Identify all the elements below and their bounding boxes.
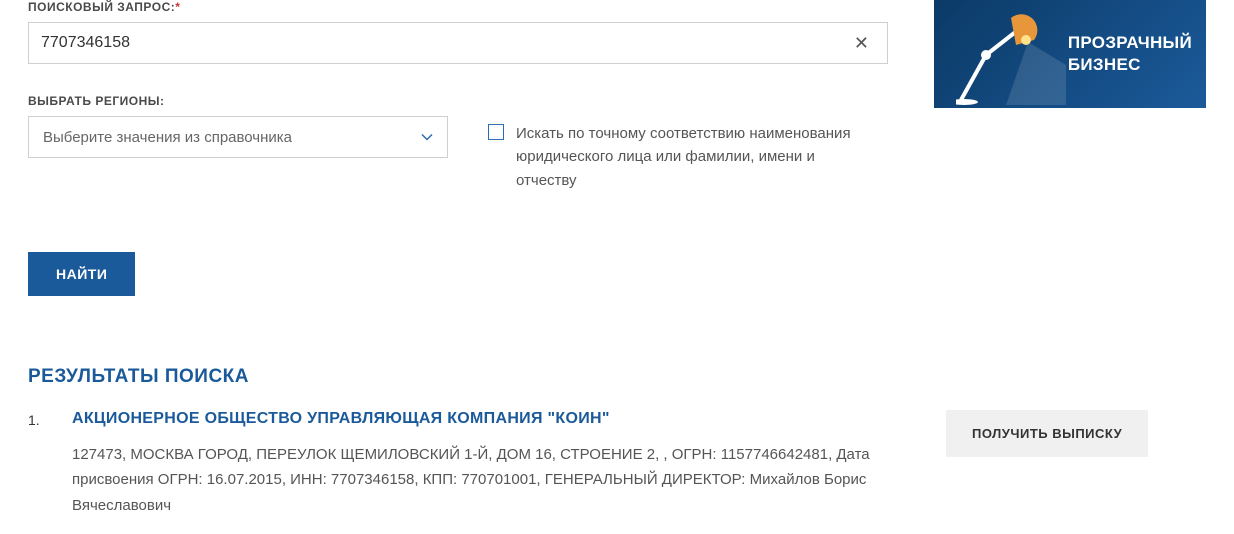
- result-number: 1.: [28, 410, 58, 428]
- search-label-text: ПОИСКОВЫЙ ЗАПРОС:: [28, 0, 175, 14]
- banner-line2: БИЗНЕС: [1068, 54, 1192, 76]
- region-placeholder: Выберите значения из справочника: [43, 129, 292, 146]
- get-extract-button[interactable]: ПОЛУЧИТЬ ВЫПИСКУ: [946, 410, 1148, 457]
- exact-match-checkbox[interactable]: [488, 124, 504, 140]
- find-button[interactable]: НАЙТИ: [28, 252, 135, 296]
- transparent-business-banner[interactable]: ПРОЗРАЧНЫЙ БИЗНЕС: [934, 0, 1206, 108]
- region-select[interactable]: Выберите значения из справочника: [28, 116, 448, 158]
- search-input[interactable]: [41, 34, 848, 52]
- search-label: ПОИСКОВЫЙ ЗАПРОС:*: [28, 0, 894, 14]
- chevron-down-icon: [421, 131, 433, 143]
- clear-icon[interactable]: ✕: [848, 30, 875, 56]
- banner-line1: ПРОЗРАЧНЫЙ: [1068, 32, 1192, 54]
- exact-match-label: Искать по точному соответствию наименова…: [516, 122, 856, 192]
- region-label: ВЫБРАТЬ РЕГИОНЫ:: [28, 94, 448, 108]
- lamp-icon: [956, 10, 1066, 105]
- result-company-name[interactable]: АКЦИОНЕРНОЕ ОБЩЕСТВО УПРАВЛЯЮЩАЯ КОМПАНИ…: [72, 410, 902, 428]
- results-title: РЕЗУЛЬТАТЫ ПОИСКА: [28, 366, 1206, 388]
- result-details: 127473, МОСКВА ГОРОД, ПЕРЕУЛОК ЩЕМИЛОВСК…: [72, 442, 902, 519]
- result-row: 1. АКЦИОНЕРНОЕ ОБЩЕСТВО УПРАВЛЯЮЩАЯ КОМП…: [28, 410, 1206, 519]
- search-input-wrap: ✕: [28, 22, 888, 64]
- required-mark: *: [175, 0, 180, 14]
- banner-text: ПРОЗРАЧНЫЙ БИЗНЕС: [1068, 32, 1192, 76]
